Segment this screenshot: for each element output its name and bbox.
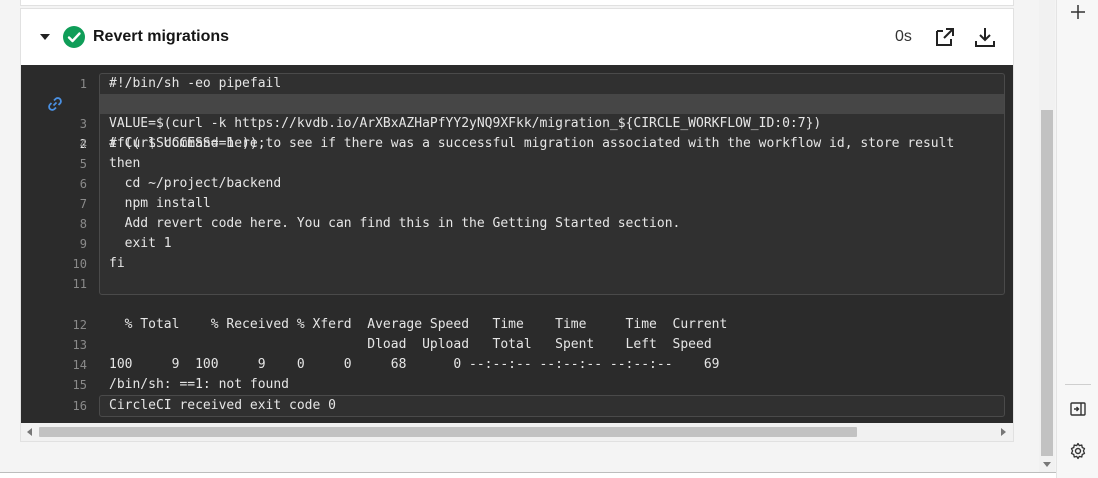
previous-step-card bbox=[20, 0, 1014, 6]
caret-down-icon[interactable] bbox=[39, 31, 51, 43]
terminal-line: 12 % Total % Received % Xferd Average Sp… bbox=[72, 317, 728, 332]
bottom-bar bbox=[0, 473, 1056, 478]
download-icon bbox=[975, 28, 995, 47]
scroll-right-icon[interactable] bbox=[1001, 428, 1006, 436]
terminal-line: 9 exit 1 bbox=[79, 236, 172, 251]
terminal-line: 7 npm install bbox=[79, 196, 211, 211]
scroll-down-icon[interactable] bbox=[1043, 462, 1051, 467]
open-external-button[interactable] bbox=[933, 25, 957, 49]
link-icon[interactable] bbox=[47, 96, 63, 112]
step-card: Revert migrations 0s 1 #!/bin/sh -eo pipe… bbox=[20, 8, 1014, 442]
terminal-line: 14 100 9 100 9 0 0 68 0 --:--:-- --:--:--… bbox=[72, 357, 720, 372]
terminal-line: 1 #!/bin/sh -eo pipefail bbox=[79, 76, 282, 91]
terminal-line: 2 # Curl command here to see if there was… bbox=[21, 94, 1013, 151]
divider bbox=[1065, 384, 1091, 385]
terminal-line: 6 cd ~/project/backend bbox=[79, 176, 282, 191]
terminal-line: 10 fi bbox=[72, 256, 125, 271]
step-duration: 0s bbox=[895, 28, 912, 45]
panel-expand-icon bbox=[1070, 402, 1086, 416]
step-title: Revert migrations bbox=[93, 28, 230, 45]
scrollbar-thumb[interactable] bbox=[1041, 110, 1053, 456]
add-button[interactable] bbox=[1067, 1, 1089, 23]
terminal-line: 8 Add revert code here. You can find thi… bbox=[79, 216, 681, 231]
vertical-scrollbar[interactable] bbox=[1039, 0, 1055, 472]
gear-icon bbox=[1070, 442, 1086, 460]
terminal-line: 4 if(( $SUCCESS==1 )); bbox=[79, 136, 266, 151]
terminal-line: 5 then bbox=[79, 156, 141, 171]
scrollbar-thumb[interactable] bbox=[39, 427, 857, 437]
plus-icon bbox=[1071, 5, 1085, 19]
horizontal-scrollbar[interactable] bbox=[21, 423, 1013, 441]
side-panel bbox=[1056, 0, 1098, 478]
step-header[interactable]: Revert migrations 0s bbox=[21, 9, 1013, 65]
terminal-line: 13 Dload Upload Total Spent Left Speed bbox=[72, 337, 712, 352]
terminal-line: 15/bin/sh: ==1: not found bbox=[72, 377, 290, 392]
download-button[interactable] bbox=[973, 25, 997, 49]
settings-button[interactable] bbox=[1067, 440, 1089, 462]
scroll-left-icon[interactable] bbox=[27, 428, 32, 436]
check-circle-icon bbox=[63, 26, 85, 48]
terminal-output: 1 #!/bin/sh -eo pipefail 2 # Curl command … bbox=[21, 65, 1013, 423]
terminal-line: 11 bbox=[72, 277, 87, 291]
open-external-icon bbox=[936, 28, 954, 46]
terminal-line: 16 CircleCI received exit code 0 bbox=[72, 398, 336, 413]
terminal-line: 3 VALUE=$(curl -k https://kvdb.io/ArXBxAZ… bbox=[79, 116, 822, 131]
panel-expand-button[interactable] bbox=[1067, 398, 1089, 420]
